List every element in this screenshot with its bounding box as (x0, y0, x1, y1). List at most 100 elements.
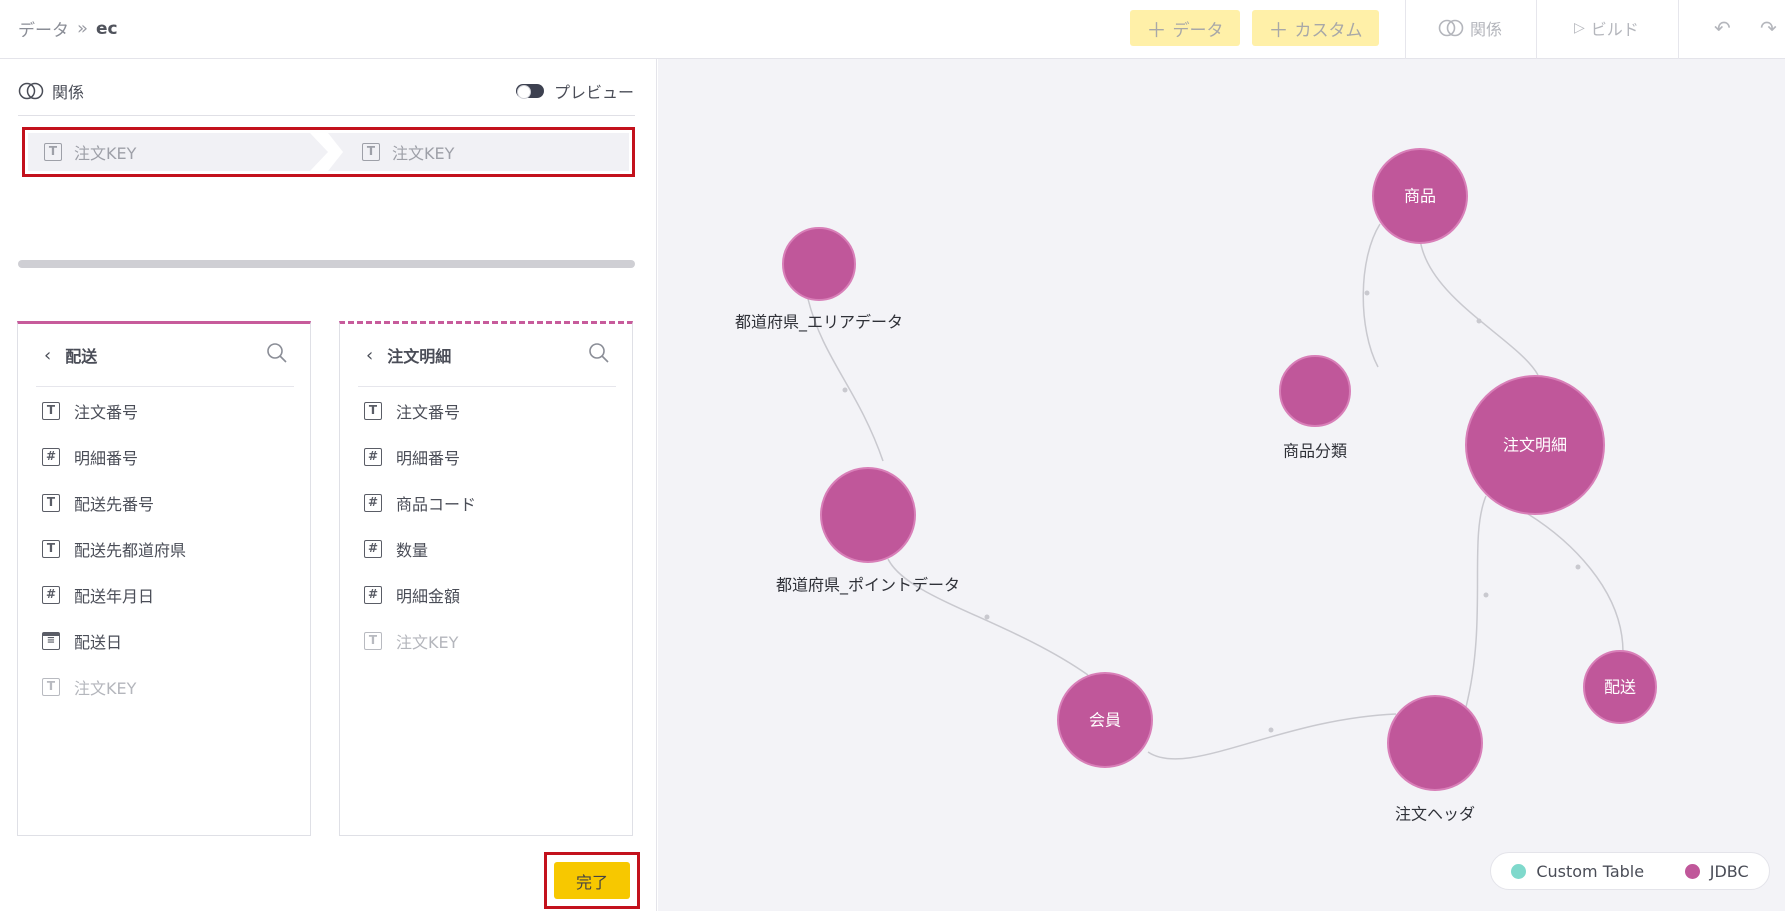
graph-node-category[interactable]: 商品分類 (1279, 355, 1351, 461)
add-data-button[interactable]: ＋ データ (1130, 10, 1240, 46)
graph-node-product[interactable]: 商品 (1372, 148, 1468, 244)
text-field-icon: T (42, 678, 60, 696)
relation-title: 関係 (52, 83, 85, 102)
column-name: 明細番号 (74, 449, 139, 468)
number-field-icon: # (364, 586, 382, 604)
column-item[interactable]: T 注文番号 (340, 388, 632, 434)
column-list: T 注文番号 # 明細番号 # 商品コード # 数量 # 明細金額 T 注文KEY (340, 388, 632, 664)
join-left-field[interactable]: T 注文KEY (28, 133, 328, 171)
join-right-field[interactable]: T 注文KEY (328, 133, 629, 171)
relation-graph-canvas[interactable]: 都道府県_エリアデータ都道府県_ポイントデータ 商品商品分類 注文明細会員 注文ヘッダ… (658, 59, 1785, 911)
add-custom-button[interactable]: ＋ カスタム (1252, 10, 1379, 46)
done-button-highlight: 完了 (544, 852, 640, 909)
graph-edge[interactable] (1362, 223, 1381, 368)
graph-node-label: 商品分類 (1283, 442, 1347, 461)
graph-node-circle[interactable] (820, 467, 916, 563)
legend-item-jdbc: JDBC (1684, 861, 1749, 881)
toolbar-divider (1678, 0, 1679, 59)
column-item[interactable]: ≡ 配送日 (18, 618, 310, 664)
column-panel-title: 注文明細 (387, 347, 452, 366)
column-list: T 注文番号 # 明細番号 T 配送先番号 T 配送先都道府県 # 配送年月日 ≡ 配送日 T 注文KEY (18, 388, 310, 710)
play-icon: ▷ (1574, 20, 1585, 36)
join-left-field-label: 注文KEY (74, 144, 137, 163)
number-field-icon: # (42, 448, 60, 466)
legend-label: JDBC (1709, 861, 1749, 881)
column-panel-title: 配送 (65, 347, 98, 366)
graph-node-point[interactable]: 都道府県_ポイントデータ (776, 467, 960, 596)
divider (18, 115, 635, 116)
column-panel-header: ‹ 注文明細 (340, 324, 632, 386)
breadcrumb-current: ec (96, 18, 118, 39)
redo-icon[interactable]: ↷ (1760, 16, 1777, 40)
legend-dot (1684, 863, 1700, 879)
column-name: 注文KEY (74, 679, 137, 698)
done-button[interactable]: 完了 (554, 862, 630, 899)
horizontal-scrollbar[interactable] (18, 260, 635, 268)
breadcrumb-separator: » (77, 18, 89, 39)
graph-edge[interactable] (1465, 495, 1487, 708)
column-name: 配送先番号 (74, 495, 155, 514)
relation-button[interactable]: 関係 (1438, 16, 1502, 40)
column-item[interactable]: T 配送先都道府県 (18, 526, 310, 572)
graph-node-circle[interactable] (1387, 695, 1483, 791)
graph-node-area[interactable]: 都道府県_エリアデータ (735, 227, 903, 333)
graph-edge[interactable] (1527, 513, 1624, 653)
search-icon[interactable] (588, 342, 610, 364)
graph-edge[interactable] (1419, 238, 1539, 376)
relation-graph[interactable]: 都道府県_エリアデータ都道府県_ポイントデータ 商品商品分類 注文明細会員 注文ヘッダ… (658, 59, 1785, 911)
column-name: 明細番号 (396, 449, 461, 468)
column-item[interactable]: # 商品コード (340, 480, 632, 526)
column-item[interactable]: T 配送先番号 (18, 480, 310, 526)
column-name: 数量 (396, 541, 429, 560)
column-item[interactable]: # 明細金額 (340, 572, 632, 618)
number-field-icon: # (364, 448, 382, 466)
graph-node-label: 商品 (1404, 187, 1436, 206)
relation-header: 関係 (18, 79, 84, 103)
plus-icon: ＋ (1268, 17, 1289, 42)
graph-node-header[interactable]: 注文ヘッダ (1387, 695, 1483, 824)
graph-node-label: 都道府県_ポイントデータ (776, 576, 960, 596)
build-label: ビルド (1590, 20, 1639, 39)
column-item[interactable]: # 明細番号 (340, 434, 632, 480)
join-condition-highlight: T 注文KEY T 注文KEY (22, 127, 635, 177)
chevron-left-icon[interactable]: ‹ (44, 345, 51, 366)
column-item[interactable]: T 注文KEY (18, 664, 310, 710)
column-item[interactable]: # 数量 (340, 526, 632, 572)
text-field-icon: T (44, 143, 62, 161)
column-name: 注文番号 (396, 403, 461, 422)
date-field-icon: ≡ (42, 632, 60, 650)
text-field-icon: T (364, 632, 382, 650)
graph-node-circle[interactable] (782, 227, 856, 301)
graph-node-circle[interactable] (1279, 355, 1351, 427)
chevron-left-icon[interactable]: ‹ (366, 345, 373, 366)
relation-label: 関係 (1470, 20, 1503, 39)
undo-icon[interactable]: ↶ (1714, 16, 1731, 40)
column-item[interactable]: # 配送年月日 (18, 572, 310, 618)
legend-label: Custom Table (1536, 861, 1645, 881)
graph-edge[interactable] (1147, 713, 1397, 760)
column-panel-delivery: ‹ 配送 T 注文番号 # 明細番号 T 配送先番号 T 配送先都道府県 # 配送年月日 ≡ 配送日 T… (17, 321, 311, 836)
text-field-icon: T (42, 402, 60, 420)
preview-toggle[interactable] (515, 84, 544, 99)
graph-node-detail[interactable]: 注文明細 (1465, 375, 1605, 515)
graph-node-member[interactable]: 会員 (1057, 672, 1153, 768)
column-name: 注文番号 (74, 403, 139, 422)
graph-node-label: 注文明細 (1503, 436, 1567, 455)
column-item[interactable]: T 注文番号 (18, 388, 310, 434)
breadcrumb-root[interactable]: データ (18, 16, 69, 41)
text-field-icon: T (364, 402, 382, 420)
search-icon[interactable] (266, 342, 288, 364)
build-button[interactable]: ▷ ビルド (1574, 16, 1639, 40)
column-item[interactable]: # 明細番号 (18, 434, 310, 480)
column-name: 配送先都道府県 (74, 541, 187, 560)
graph-node-delivery[interactable]: 配送 (1583, 650, 1657, 724)
plus-icon: ＋ (1146, 17, 1167, 42)
column-item[interactable]: T 注文KEY (340, 618, 632, 664)
add-data-label: データ (1172, 20, 1224, 41)
join-right-field-label: 注文KEY (392, 144, 455, 163)
preview-label: プレビュー (553, 83, 634, 102)
relation-editor-panel: 関係 プレビュー T 注文KEY T 注文KEY ‹ 配送 T 注文番号 # 明細番号… (0, 59, 657, 911)
divider (36, 386, 294, 387)
column-name: 配送年月日 (74, 587, 155, 606)
text-field-icon: T (362, 143, 380, 161)
